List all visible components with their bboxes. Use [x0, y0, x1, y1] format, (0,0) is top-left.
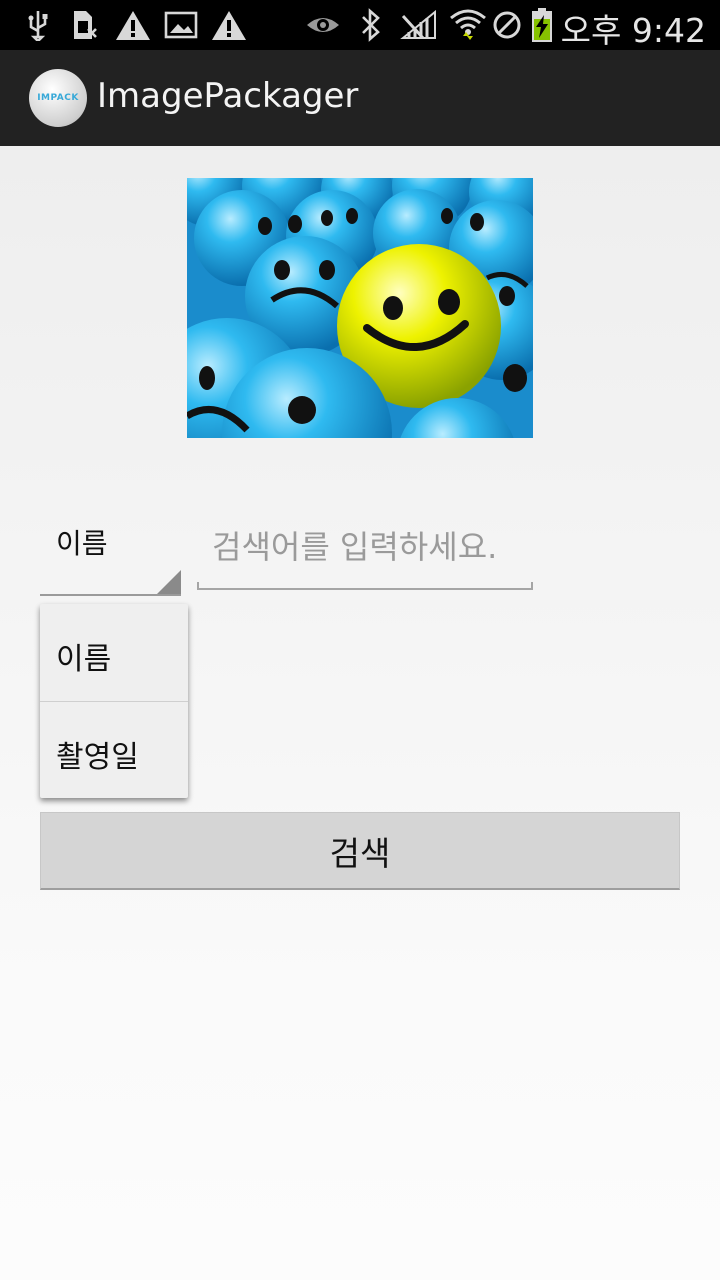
smiley-balls-image — [187, 178, 533, 438]
dropdown-option-label: 촬영일 — [56, 740, 139, 775]
input-edge-right — [531, 582, 533, 590]
blocked-icon — [492, 8, 522, 42]
app-logo[interactable]: IMPACK — [29, 69, 87, 127]
app-title: ImagePackager — [97, 76, 359, 116]
status-time: 오후 9:42 — [560, 11, 706, 50]
input-edge-left — [197, 582, 199, 590]
image-icon — [163, 8, 199, 42]
warning-icon — [210, 8, 248, 42]
search-type-spinner[interactable]: 이름 — [40, 500, 181, 596]
search-input-underline — [197, 588, 533, 590]
search-button-label: 검색 — [329, 833, 391, 873]
bluetooth-icon — [357, 8, 385, 42]
spinner-selected-label: 이름 — [56, 527, 108, 560]
sim-card-icon — [68, 8, 102, 42]
spinner-underline — [40, 594, 181, 596]
warning-icon — [114, 8, 152, 42]
no-signal-icon — [398, 8, 440, 42]
usb-icon — [24, 8, 52, 42]
action-bar: IMPACK ImagePackager — [0, 50, 720, 146]
spinner-dropdown-menu: 이름 촬영일 — [40, 604, 188, 798]
search-button[interactable]: 검색 — [40, 812, 680, 890]
app-logo-text: IMPACK — [37, 93, 79, 103]
dropdown-option-label: 이름 — [56, 642, 112, 677]
search-input[interactable]: 검색어를 입력하세요. — [197, 500, 533, 590]
battery-charging-icon — [529, 8, 555, 42]
wifi-icon — [448, 8, 488, 42]
dropdown-triangle-icon — [157, 570, 181, 594]
dropdown-option-name[interactable]: 이름 — [40, 604, 188, 700]
status-bar: 오후 9:42 — [0, 0, 720, 50]
search-input-placeholder: 검색어를 입력하세요. — [212, 528, 498, 566]
eye-icon — [304, 8, 342, 42]
dropdown-option-date[interactable]: 촬영일 — [40, 702, 188, 798]
